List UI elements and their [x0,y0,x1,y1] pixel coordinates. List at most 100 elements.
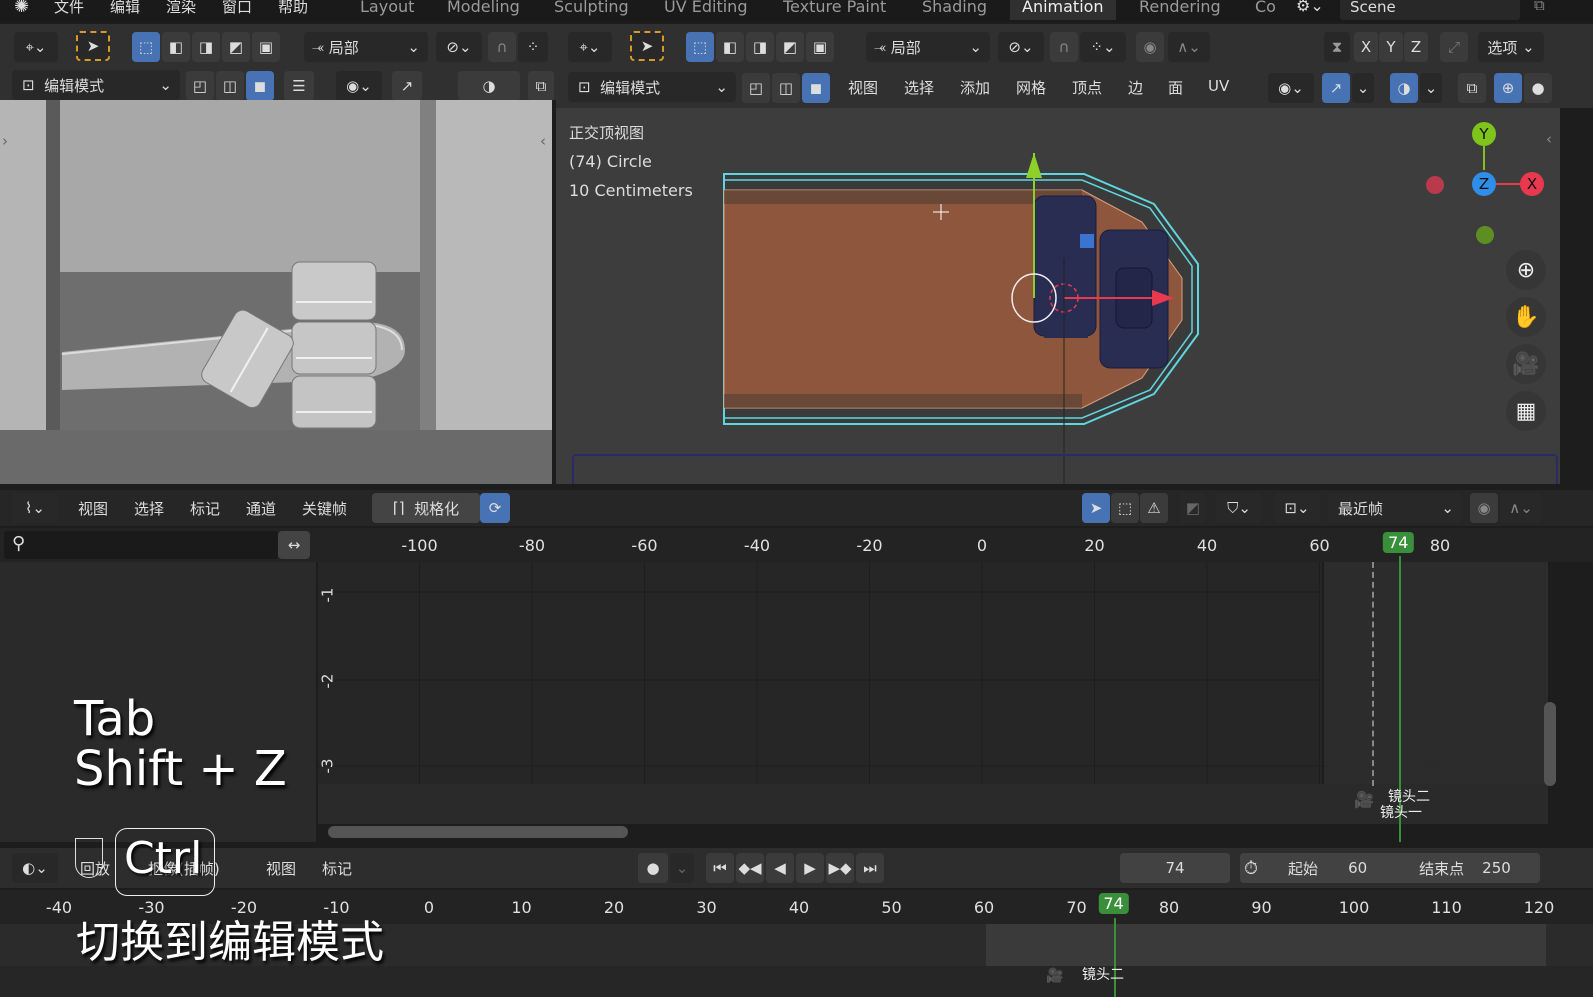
gizmo-y-axis[interactable]: Y [1472,122,1496,146]
topology-mirror-icon[interactable]: ⤢ [1440,32,1468,62]
edge-select-icon[interactable]: ◫ [216,71,244,101]
filter-icon[interactable]: ⛉⌄ [1216,493,1262,523]
jump-start-icon[interactable]: ⏮ [706,853,734,883]
normalize-toggle[interactable]: ⌈⌉ 规格化 [372,493,480,523]
snap-target-icon[interactable]: ⁘⌄ [1080,32,1126,62]
transform-orientation-dropdown[interactable]: ⤛ 局部 ⌄ [866,32,990,62]
edge-select-icon[interactable]: ◫ [772,73,800,103]
select-tool-icon[interactable]: ➤ [630,31,664,61]
tab-sculpting[interactable]: Sculpting [542,0,641,20]
tab-texture-paint[interactable]: Texture Paint [771,0,898,20]
editor-type-icon[interactable]: ◐⌄ [12,853,58,883]
snap-target-icon[interactable]: ⁘ [518,32,548,62]
options-menu-icon[interactable]: ☰ [284,71,314,101]
vertex-select-icon[interactable]: ◰ [742,73,770,103]
timeline-marker-region[interactable] [0,966,1593,997]
mesh-edit-canvas[interactable] [556,108,1560,484]
select-extend-icon[interactable]: ◧ [716,32,744,62]
overlay-icon[interactable]: ◑ [1390,73,1418,103]
wireframe-shading-icon[interactable]: ⊕ [1494,73,1522,103]
select-tool-icon[interactable]: ➤ [76,31,110,61]
pivot-icon[interactable]: ⊡⌄ [1274,493,1320,523]
new-scene-icon[interactable]: ⧉ [1534,0,1545,14]
menu-edit[interactable]: 编辑 [110,0,140,17]
menu-face[interactable]: 面 [1168,77,1183,98]
menu-view[interactable]: 视图 [848,77,878,98]
play-icon[interactable]: ▶ [796,853,824,883]
gizmo-icon[interactable]: ↗ [1322,73,1350,103]
current-frame-badge[interactable]: 74 [1383,532,1414,553]
left-viewport[interactable]: › ‹ [0,100,552,484]
tab-animation[interactable]: Animation [1010,0,1116,20]
scene-icon[interactable]: ⚙⌄ [1296,0,1324,15]
current-frame-field[interactable]: 74 [1120,853,1230,883]
menu-select[interactable]: 选择 [134,498,164,519]
select-intersect-icon[interactable]: ▣ [252,32,280,62]
overlay-dropdown-icon[interactable]: ⌄ [1420,73,1442,103]
graph-area[interactable]: -1 -2 -3 [318,562,1548,784]
proportional-edit-icon[interactable]: ◉ [1470,493,1498,523]
marker-label[interactable]: 镜头二 [1082,964,1124,984]
menu-window[interactable]: 窗口 [222,0,252,17]
auto-key-icon[interactable]: ● [638,853,668,883]
select-new-icon[interactable]: ⬚ [132,32,160,62]
toolbar-toggle-icon[interactable]: › [2,132,8,150]
vertex-select-icon[interactable]: ◰ [186,71,214,101]
menu-mesh[interactable]: 网格 [1016,77,1046,98]
mirror-z-button[interactable]: Z [1404,32,1428,62]
timeline-playhead-line[interactable] [1114,918,1116,997]
editor-type-icon[interactable]: ⌇⌄ [12,493,58,523]
start-frame-field[interactable]: 60 [1348,859,1367,877]
camera-marker-icon[interactable]: 🎥 [1046,968,1063,984]
camera-view-icon[interactable]: 🎥 [1506,344,1546,384]
snap-icon[interactable]: ∩ [488,32,516,62]
right-viewport[interactable]: 正交顶视图 (74) Circle 10 Centimeters Y Z X ⊕… [556,108,1560,484]
blender-logo-icon[interactable]: ✺ [14,0,29,17]
snap-icon[interactable]: ∩ [1050,32,1078,62]
gizmo-z-axis[interactable]: Z [1472,172,1496,196]
next-keyframe-icon[interactable]: ▶◆ [826,853,854,883]
scene-selector[interactable]: Scene [1340,0,1520,20]
face-select-icon[interactable]: ◼ [246,71,274,101]
menu-marker[interactable]: 标记 [190,498,220,519]
end-frame-field[interactable]: 250 [1482,859,1511,877]
tab-uv-editing[interactable]: UV Editing [652,0,759,20]
sidebar-toggle-icon[interactable]: ‹ [1546,130,1552,148]
mode-dropdown[interactable]: ⊡ 编辑模式 ⌄ [12,70,180,100]
zoom-icon[interactable]: ⊕ [1506,250,1546,290]
tab-compositing[interactable]: Co [1243,0,1288,20]
face-select-icon[interactable]: ◼ [802,73,830,103]
menu-key[interactable]: 关键帧 [302,498,347,519]
proportional-edit-icon[interactable]: ◉ [1136,32,1164,62]
menu-vertex[interactable]: 顶点 [1072,77,1102,98]
tab-shading[interactable]: Shading [910,0,999,20]
pan-hand-icon[interactable]: ✋ [1506,297,1546,337]
gizmo-x-axis[interactable]: X [1520,172,1544,196]
menu-select[interactable]: 选择 [904,77,934,98]
tool-settings-icon[interactable]: ⌖⌄ [14,32,58,62]
menu-render[interactable]: 渲染 [166,0,196,17]
xray-icon[interactable]: ⧉ [1458,73,1486,103]
menu-edge[interactable]: 边 [1128,77,1143,98]
menu-uv[interactable]: UV [1208,77,1229,95]
menu-file[interactable]: 文件 [54,0,84,17]
overlay-icon[interactable]: ◑ [458,71,520,101]
tab-layout[interactable]: Layout [348,0,426,20]
jump-end-icon[interactable]: ⏭ [856,853,884,883]
only-errors-icon[interactable]: ⚠ [1140,493,1168,523]
menu-help[interactable]: 帮助 [278,0,308,17]
sidebar-toggle-icon[interactable]: ‹ [540,132,546,150]
channel-region[interactable] [0,562,316,842]
show-hidden-icon[interactable]: ⬚ [1111,493,1139,523]
xray-icon[interactable]: ⧉ [528,71,554,101]
mirror-x-button[interactable]: X [1354,32,1378,62]
horizontal-scrollbar[interactable] [328,826,628,838]
prev-keyframe-icon[interactable]: ◆◀ [736,853,764,883]
select-subtract-icon[interactable]: ◨ [746,32,774,62]
tab-rendering[interactable]: Rendering [1127,0,1233,20]
auto-normalize-icon[interactable]: ⟳ [480,493,510,523]
mode-dropdown[interactable]: ⊡ 编辑模式 ⌄ [568,72,736,102]
auto-key-dropdown-icon[interactable]: ⌄ [670,853,694,883]
play-reverse-icon[interactable]: ◀ [766,853,794,883]
tab-modeling[interactable]: Modeling [435,0,532,20]
